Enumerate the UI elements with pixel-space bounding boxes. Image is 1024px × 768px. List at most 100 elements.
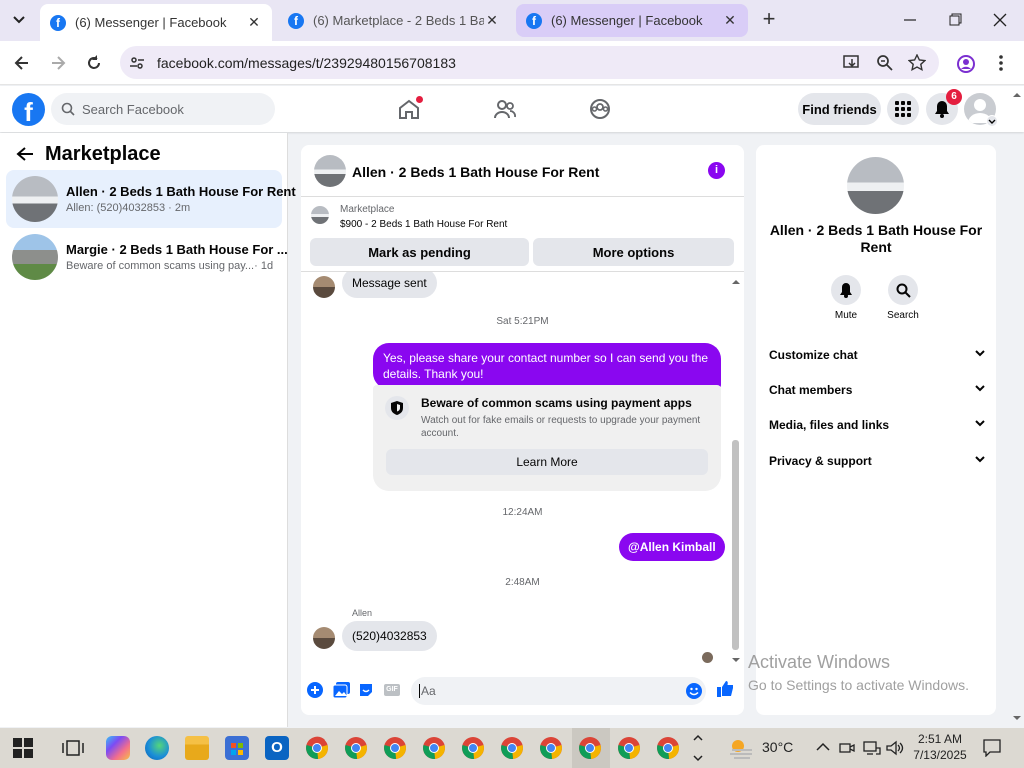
listing-detail[interactable]: $900 - 2 Beds 1 Bath House For Rent xyxy=(340,219,507,230)
restore-button[interactable] xyxy=(945,8,965,32)
scroll-up-arrow-icon[interactable] xyxy=(729,277,743,287)
browser-menu-button[interactable] xyxy=(994,53,1008,73)
search-facebook-input[interactable]: Search Facebook xyxy=(51,93,275,125)
profile-button[interactable] xyxy=(956,54,976,74)
install-app-icon[interactable] xyxy=(843,54,861,72)
chrome-profile-icon[interactable] xyxy=(383,736,407,760)
system-clock[interactable]: 2:51 AM 7/13/2025 xyxy=(912,731,968,763)
task-view-icon[interactable] xyxy=(61,736,85,760)
address-bar[interactable]: facebook.com/messages/t/2392948015670818… xyxy=(120,46,939,79)
clock-date: 7/13/2025 xyxy=(913,748,967,762)
mute-button[interactable]: Mute xyxy=(821,275,871,321)
conversation-avatar[interactable] xyxy=(847,157,904,214)
more-actions-button[interactable] xyxy=(307,682,323,698)
network-icon[interactable] xyxy=(863,740,881,756)
chrome-profile-icon[interactable] xyxy=(500,736,524,760)
chevron-up-icon[interactable] xyxy=(816,742,830,752)
copilot-icon[interactable] xyxy=(106,736,130,760)
message-bubble-outgoing: Yes, please share your contact number so… xyxy=(373,343,721,389)
minimize-button[interactable] xyxy=(900,8,920,32)
close-tab-icon[interactable]: ✕ xyxy=(484,12,500,29)
attach-media-button[interactable] xyxy=(333,682,350,698)
weather-icon[interactable] xyxy=(728,737,754,759)
new-tab-button[interactable]: + xyxy=(758,8,780,31)
listing-source: Marketplace xyxy=(340,204,395,215)
file-explorer-icon[interactable] xyxy=(185,736,209,760)
conversation-snippet: Beware of common scams using pay... xyxy=(66,260,255,272)
chrome-profile-icon[interactable] xyxy=(539,736,563,760)
chat-title[interactable]: Allen · 2 Beds 1 Bath House For Rent xyxy=(352,164,599,180)
chat-avatar[interactable] xyxy=(314,155,346,187)
windows-start-icon[interactable] xyxy=(13,738,37,762)
account-menu-chevron[interactable] xyxy=(986,115,998,127)
zoom-icon[interactable] xyxy=(876,54,894,72)
conversation-item[interactable]: Allen · 2 Beds 1 Bath House For Rent All… xyxy=(6,170,296,228)
chrome-profile-icon[interactable] xyxy=(578,736,602,760)
tab-messenger-1[interactable]: f (6) Messenger | Facebook ✕ xyxy=(40,4,272,41)
meet-now-icon[interactable] xyxy=(839,740,855,756)
back-button[interactable] xyxy=(12,53,32,73)
chrome-profile-icon[interactable] xyxy=(422,736,446,760)
search-placeholder: Search Facebook xyxy=(82,101,184,117)
friends-nav-button[interactable] xyxy=(493,98,517,120)
weather-temperature[interactable]: 30°C xyxy=(762,739,793,755)
mute-label: Mute xyxy=(834,310,858,321)
chrome-profile-icon[interactable] xyxy=(656,736,680,760)
close-tab-icon[interactable]: ✕ xyxy=(722,12,738,29)
message-bubble-mention[interactable]: @Allen Kimball xyxy=(619,533,725,561)
learn-more-button[interactable]: Learn More xyxy=(386,449,708,475)
microsoft-store-icon[interactable] xyxy=(225,736,249,760)
more-options-button[interactable]: More options xyxy=(533,238,734,266)
page-scroll-up-icon[interactable] xyxy=(1011,91,1023,99)
sticker-button[interactable] xyxy=(358,682,374,698)
scrollbar-thumb[interactable] xyxy=(732,440,739,650)
mark-as-pending-button[interactable]: Mark as pending xyxy=(310,238,529,266)
emoji-icon[interactable] xyxy=(686,683,702,699)
chrome-profile-icon[interactable] xyxy=(305,736,329,760)
chrome-profile-icon[interactable] xyxy=(344,736,368,760)
home-nav-button[interactable] xyxy=(397,96,423,120)
customize-chat-section[interactable]: Customize chat xyxy=(769,348,985,362)
page-scroll-down-icon[interactable] xyxy=(1011,714,1023,722)
find-friends-button[interactable]: Find friends xyxy=(798,93,881,125)
chat-panel: Allen · 2 Beds 1 Bath House For Rent i M… xyxy=(301,145,744,715)
media-files-links-section[interactable]: Media, files and links xyxy=(769,418,985,432)
tab-title: (6) Messenger | Facebook xyxy=(551,13,703,28)
site-info-icon[interactable] xyxy=(129,55,145,71)
outlook-icon[interactable]: O xyxy=(265,736,289,760)
privacy-support-section[interactable]: Privacy & support xyxy=(769,454,985,468)
reload-button[interactable] xyxy=(84,53,104,73)
notifications-button[interactable]: 6 xyxy=(926,89,962,125)
like-button[interactable] xyxy=(716,680,734,698)
search-in-conversation-button[interactable]: Search xyxy=(878,275,928,321)
menu-button[interactable] xyxy=(887,93,919,125)
forward-button[interactable] xyxy=(48,53,68,73)
edge-browser-icon[interactable] xyxy=(145,736,169,760)
chrome-profile-icon[interactable] xyxy=(461,736,485,760)
url-text[interactable]: facebook.com/messages/t/2392948015670818… xyxy=(157,55,456,71)
facebook-logo[interactable]: f xyxy=(12,93,45,126)
bookmark-star-icon[interactable] xyxy=(908,54,926,72)
sender-avatar xyxy=(313,276,335,298)
notification-center-icon[interactable] xyxy=(983,739,1001,757)
chrome-profile-icon[interactable] xyxy=(617,736,641,760)
message-input[interactable]: Aa xyxy=(411,677,706,705)
tab-title: (6) Messenger | Facebook xyxy=(75,15,227,30)
groups-nav-button[interactable] xyxy=(589,98,611,120)
tab-search-button[interactable] xyxy=(8,9,30,31)
message-thread[interactable]: Message sent Sat 5:21PM Yes, please shar… xyxy=(301,272,744,664)
close-tab-icon[interactable]: ✕ xyxy=(246,14,262,31)
close-window-button[interactable] xyxy=(990,8,1010,32)
thumbs-up-icon xyxy=(717,681,733,697)
chat-members-section[interactable]: Chat members xyxy=(769,383,985,397)
gif-icon[interactable]: GIF xyxy=(384,684,400,696)
chat-scrollbar[interactable] xyxy=(729,277,743,665)
taskbar-scroll-icon[interactable] xyxy=(692,732,704,764)
tab-marketplace[interactable]: f (6) Marketplace - 2 Beds 1 Bath ✕ xyxy=(278,4,510,37)
scroll-down-arrow-icon[interactable] xyxy=(729,655,743,665)
info-icon[interactable]: i xyxy=(708,162,725,179)
conversation-item[interactable]: Margie · 2 Beds 1 Bath House For ... Bew… xyxy=(6,228,288,286)
volume-icon[interactable] xyxy=(886,740,904,756)
tab-messenger-2[interactable]: f (6) Messenger | Facebook ✕ xyxy=(516,4,748,37)
back-to-marketplace-button[interactable] xyxy=(16,146,34,162)
